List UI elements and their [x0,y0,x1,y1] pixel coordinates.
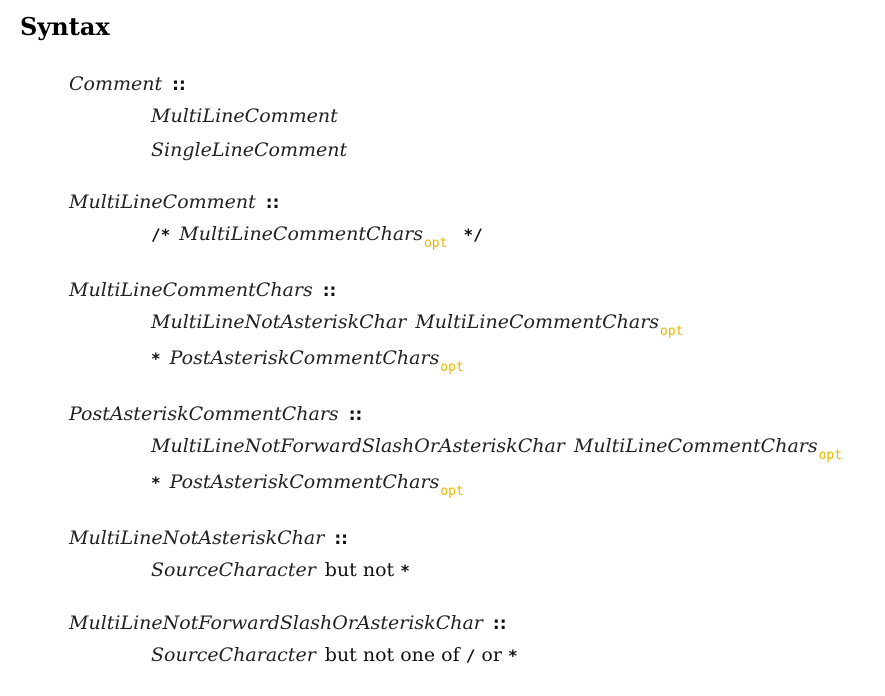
opt-subscript: opt [818,448,843,463]
geq-symbol: :: [348,405,363,425]
opt-subscript: opt [660,324,684,339]
opt-subscript: opt [423,236,448,251]
production-lhs: MultiLineNotForwardSlashOrAsteriskChar:: [69,611,507,636]
terminal-slash: / [465,646,476,665]
nonterminal-multilinecomment[interactable]: MultiLineComment [151,105,338,127]
nonterminal-multilinecommentchars[interactable]: MultiLineCommentChars [574,435,818,457]
production-rhs: * PostAsteriskCommentCharsopt [151,470,464,499]
nonterminal-sourcecharacter[interactable]: SourceCharacter [151,559,316,581]
nonterminal-multilinenotasteriskchar[interactable]: MultiLineNotAsteriskChar [69,527,324,549]
production-rhs: MultiLineComment [151,104,338,128]
production-lhs: MultiLineNotAsteriskChar:: [69,526,348,551]
nonterminal-multilinenotforwardslashorasteriskchar[interactable]: MultiLineNotForwardSlashOrAsteriskChar [151,435,565,457]
production-lhs: MultiLineCommentChars:: [69,278,336,303]
nonterminal-multilinecomment[interactable]: MultiLineComment [69,191,256,213]
terminal-asterisk: * [507,646,518,665]
production-rhs: * PostAsteriskCommentCharsopt [151,346,464,375]
nonterminal-multilinenotforwardslashorasteriskchar[interactable]: MultiLineNotForwardSlashOrAsteriskChar [69,612,483,634]
syntax-section: Syntax Comment:: MultiLineComment Single… [0,0,885,696]
opt-subscript: opt [440,360,464,375]
nonterminal-multilinecommentchars[interactable]: MultiLineCommentChars [69,279,313,301]
section-heading: Syntax [20,12,110,41]
or-text: or [481,644,502,666]
terminal-asterisk: * [400,561,410,580]
production-rhs: SourceCharacter but not * [151,558,410,583]
nonterminal-postasteriskcommentchars[interactable]: PostAsteriskCommentChars [170,347,440,369]
nonterminal-postasteriskcommentchars[interactable]: PostAsteriskCommentChars [170,471,440,493]
production-rhs: /* MultiLineCommentCharsopt */ [151,222,483,251]
terminal-open-comment: /* [151,225,171,244]
nonterminal-sourcecharacter[interactable]: SourceCharacter [151,644,316,666]
terminal-close-comment: */ [463,225,483,244]
geq-symbol: :: [492,614,507,634]
production-lhs: MultiLineComment:: [69,190,279,215]
nonterminal-multilinenotasteriskchar[interactable]: MultiLineNotAsteriskChar [151,311,406,333]
opt-subscript: opt [440,484,464,499]
production-rhs: SingleLineComment [151,138,347,162]
production-rhs: MultiLineNotAsteriskChar MultiLineComment… [151,310,684,339]
geq-symbol: :: [334,529,348,549]
but-not-one-of-text: but not one of [324,644,460,666]
geq-symbol: :: [322,281,337,301]
geq-symbol: :: [265,193,280,213]
production-rhs: SourceCharacter but not one of / or * [151,643,518,668]
nonterminal-comment[interactable]: Comment [69,73,162,95]
nonterminal-singlelinecomment[interactable]: SingleLineComment [151,139,347,161]
production-rhs: MultiLineNotForwardSlashOrAsteriskChar Mu… [151,434,843,463]
terminal-asterisk: * [151,349,161,368]
terminal-asterisk: * [151,473,161,492]
but-not-text: but not [324,559,395,581]
nonterminal-multilinecommentchars[interactable]: MultiLineCommentChars [415,311,659,333]
production-lhs: Comment:: [69,72,186,97]
nonterminal-multilinecommentchars[interactable]: MultiLineCommentChars [179,223,423,245]
geq-symbol: :: [172,75,186,95]
production-lhs: PostAsteriskCommentChars:: [69,402,362,427]
nonterminal-postasteriskcommentchars[interactable]: PostAsteriskCommentChars [69,403,339,425]
